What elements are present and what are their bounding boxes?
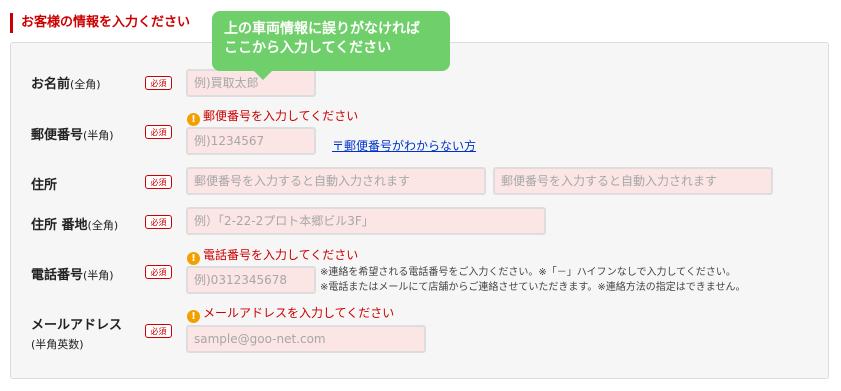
street-required-badge: 必須 (145, 215, 172, 229)
name-input[interactable] (186, 69, 316, 97)
phone-required-badge: 必須 (145, 265, 172, 279)
phone-note-line-2: ※電話またはメールにて店舗からご連絡させていただきます。※連絡方法の指定はできま… (320, 282, 746, 293)
postal-lookup-link[interactable]: 〒郵便番号がわからない方 (332, 137, 476, 154)
address-input-1[interactable] (186, 167, 486, 195)
street-sublabel: (全角) (87, 219, 119, 232)
postal-required-badge: 必須 (145, 125, 172, 139)
phone-error: ! 電話番号を入力してください (187, 247, 358, 265)
name-label: お名前(全角) (31, 73, 101, 92)
phone-note: ※連絡を希望される電話番号をご入力ください。※「－」ハイフンなしで入力してくださ… (320, 265, 745, 295)
email-required-badge: 必須 (145, 324, 172, 338)
address-input-2[interactable] (493, 167, 773, 195)
warning-icon: ! (187, 113, 200, 126)
input-hint-tooltip: 上の車両情報に誤りがなければ ここから入力してください (212, 11, 450, 80)
email-error: ! メールアドレスを入力してください (187, 305, 394, 323)
name-required-badge: 必須 (145, 76, 172, 90)
phone-sublabel: (半角) (83, 269, 114, 282)
tooltip-line-2: ここから入力してください (224, 40, 392, 56)
phone-note-line-1: ※連絡を希望される電話番号をご入力ください。※「－」ハイフンなしで入力してくださ… (320, 267, 736, 278)
phone-label-text: 電話番号 (31, 268, 84, 283)
street-label-text: 住所 番地 (31, 218, 88, 233)
phone-label: 電話番号(半角) (31, 264, 114, 283)
address-required-badge: 必須 (145, 175, 172, 189)
postal-error-text: 郵便番号を入力してください (203, 109, 359, 123)
email-input[interactable] (186, 325, 426, 353)
phone-error-text: 電話番号を入力してください (203, 248, 359, 262)
email-sublabel: (半角英数) (31, 338, 84, 351)
street-input[interactable] (186, 207, 546, 235)
section-title: お客様の情報を入力ください (10, 13, 190, 33)
postal-input[interactable] (186, 127, 316, 155)
address-label-text: 住所 (31, 178, 58, 193)
postal-sublabel: (半角) (83, 129, 114, 142)
address-label: 住所 (31, 174, 57, 193)
phone-input[interactable] (186, 266, 316, 294)
postal-label: 郵便番号(半角) (31, 124, 114, 143)
street-label: 住所 番地(全角) (31, 214, 118, 233)
email-label-text: メールアドレス (31, 318, 123, 333)
name-sublabel: (全角) (70, 78, 101, 91)
postal-error: ! 郵便番号を入力してください (187, 108, 358, 126)
email-error-text: メールアドレスを入力してください (203, 306, 395, 320)
postal-label-text: 郵便番号 (31, 128, 84, 143)
name-label-text: お名前 (31, 77, 71, 92)
warning-icon: ! (187, 252, 200, 265)
email-label: メールアドレス (半角英数) (31, 314, 122, 352)
tooltip-line-1: 上の車両情報に誤りがなければ (224, 21, 420, 37)
warning-icon: ! (187, 310, 200, 323)
